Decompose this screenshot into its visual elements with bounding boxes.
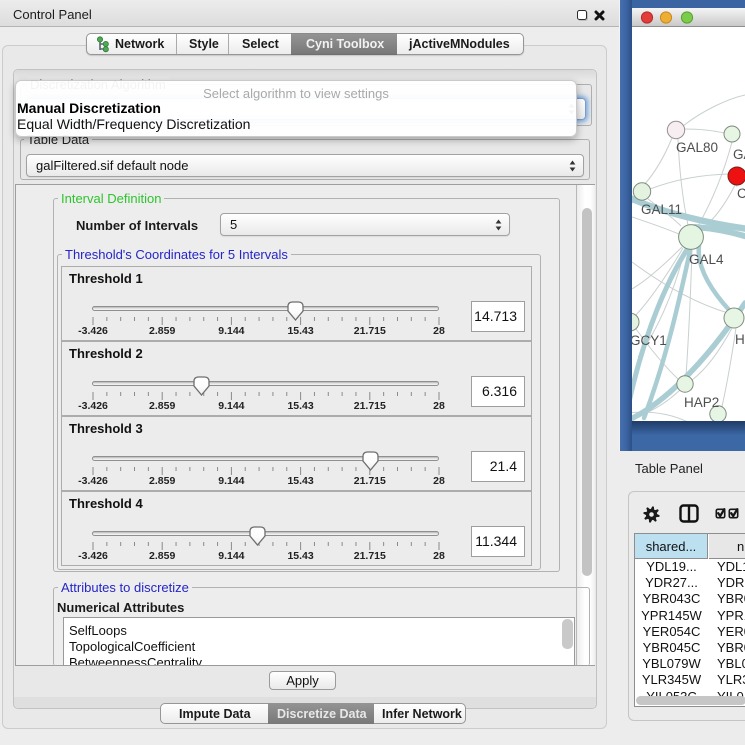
svg-text:GAL4: GAL4	[689, 252, 724, 267]
svg-text:GAL80: GAL80	[676, 140, 718, 155]
svg-text:H: H	[735, 332, 745, 347]
svg-text:GA: GA	[733, 147, 745, 162]
svg-text:GAL11: GAL11	[641, 202, 682, 217]
svg-text:C: C	[737, 186, 745, 201]
svg-text:HAP2: HAP2	[684, 395, 719, 410]
svg-text:GCY1: GCY1	[632, 333, 667, 348]
